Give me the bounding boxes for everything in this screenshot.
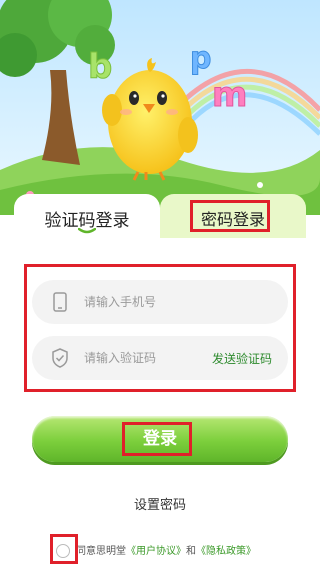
code-field[interactable]: 发送验证码	[32, 336, 288, 380]
tab-sms-login[interactable]: 验证码登录	[14, 194, 160, 238]
phone-field[interactable]	[32, 280, 288, 324]
phone-input[interactable]	[82, 294, 206, 310]
agreement-row: 同意思明堂《用户协议》和《隐私政策》	[56, 542, 256, 558]
letter-m: m	[212, 75, 247, 115]
agreement-prefix: 同意思明堂	[76, 546, 126, 557]
code-input[interactable]	[82, 350, 206, 366]
letter-b: b	[88, 47, 112, 87]
tab-password-login[interactable]: 密码登录	[160, 194, 306, 238]
set-password-link[interactable]: 设置密码	[0, 494, 320, 513]
agreement-and: 和	[186, 546, 196, 557]
login-button[interactable]: 登录	[32, 416, 288, 462]
tab-password-login-label: 密码登录	[200, 210, 265, 229]
phone-icon	[50, 291, 70, 313]
hero-illustration: b p m	[0, 0, 320, 215]
privacy-policy-link[interactable]: 《隐私政策》	[196, 546, 256, 557]
form-card	[14, 237, 306, 277]
send-code-button[interactable]: 发送验证码	[212, 350, 272, 367]
tab-indicator-icon	[78, 228, 96, 234]
shield-check-icon	[50, 347, 70, 369]
letter-p: p	[190, 41, 211, 76]
user-agreement-link[interactable]: 《用户协议》	[126, 546, 186, 557]
agreement-radio[interactable]	[56, 544, 70, 558]
